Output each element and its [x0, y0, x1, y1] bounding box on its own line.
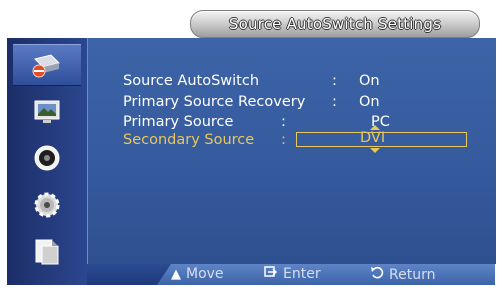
setting-label: Primary Source	[123, 114, 234, 130]
setting-value: On	[359, 94, 380, 110]
return-icon	[370, 266, 384, 284]
enter-hint: Enter	[264, 266, 321, 282]
enter-hint-label: Enter	[283, 266, 321, 282]
setting-label: Secondary Source	[123, 132, 255, 148]
move-hint: ▲︎ Move	[171, 266, 224, 282]
setting-row-primary-source[interactable]: Primary Source : PC	[123, 113, 390, 131]
settings-panel: Source AutoSwitch : On Primary Source Re…	[87, 38, 496, 264]
hint-bar: ▲︎ Move Enter Return	[157, 264, 495, 285]
title-bar: Source AutoSwitch Settings	[190, 10, 480, 38]
input-icon	[30, 49, 64, 81]
bottom-bar: ▲︎ Move Enter Return	[87, 264, 495, 285]
setting-colon: :	[281, 132, 286, 148]
sidebar-item-setup[interactable]	[13, 185, 81, 225]
return-hint: Return	[370, 266, 435, 284]
secondary-source-value: DVI	[360, 130, 386, 146]
sidebar-item-input[interactable]	[13, 44, 81, 86]
setting-colon: :	[281, 114, 286, 130]
sound-icon	[30, 142, 64, 174]
sidebar	[7, 38, 87, 285]
return-hint-label: Return	[389, 267, 436, 283]
move-hint-label: Move	[186, 266, 224, 282]
setting-row-source-autoswitch[interactable]: Source AutoSwitch : On	[123, 72, 380, 90]
setting-value: On	[359, 73, 380, 89]
move-arrows-icon: ▲︎	[171, 266, 181, 282]
setting-row-primary-source-recovery[interactable]: Primary Source Recovery : On	[123, 93, 380, 111]
setting-colon: :	[332, 73, 337, 89]
osd-frame: Source AutoSwitch Settings Source AutoSw…	[7, 8, 496, 285]
sidebar-item-multi-control[interactable]	[13, 232, 81, 272]
page-title: Source AutoSwitch Settings	[228, 15, 442, 33]
setting-label: Primary Source Recovery	[123, 94, 306, 110]
setting-label: Source AutoSwitch	[123, 73, 260, 89]
setting-colon: :	[332, 94, 337, 110]
multi-control-icon	[30, 236, 64, 268]
setup-icon	[30, 189, 64, 221]
picture-icon	[30, 95, 64, 127]
enter-icon	[264, 266, 278, 282]
arrow-down-icon[interactable]	[370, 148, 380, 153]
setting-row-secondary-source[interactable]: Secondary Source :	[123, 131, 286, 149]
sidebar-item-sound[interactable]	[13, 138, 81, 178]
sidebar-item-picture[interactable]	[13, 91, 81, 131]
